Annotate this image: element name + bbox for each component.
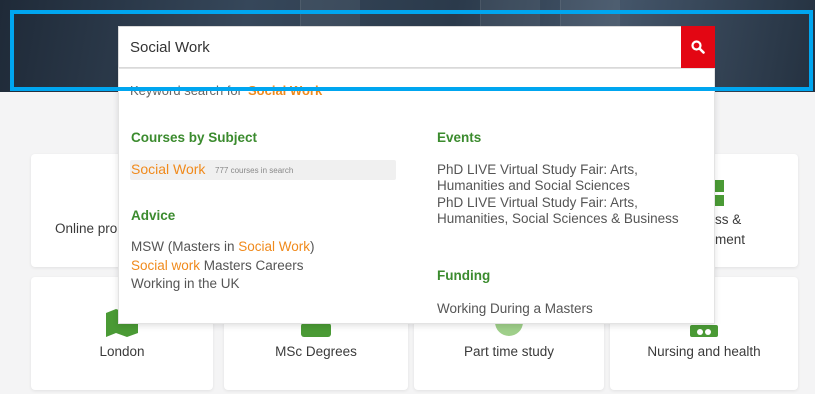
card-label-line1: ss &: [715, 212, 742, 227]
funding-title: Funding: [437, 268, 491, 283]
card-label: London: [99, 344, 145, 359]
subject-name: Social Work: [131, 161, 206, 177]
event-item[interactable]: PhD LIVE Virtual Study Fair: Arts, Human…: [437, 195, 682, 227]
search-suggestions-dropdown: Keyword search for Social Work Courses by…: [118, 68, 715, 324]
card-label: Nursing and health: [647, 344, 761, 359]
funding-item[interactable]: Working During a Masters: [437, 301, 593, 317]
subject-suggestion[interactable]: Social Work 777 courses in search: [130, 160, 396, 180]
card-label: Online pro: [55, 221, 118, 236]
stethoscope-icon: [690, 325, 718, 340]
advice-item[interactable]: MSW (Masters in Social Work): [131, 239, 315, 255]
advice-item[interactable]: Social work Masters Careers: [131, 258, 304, 274]
advice-title: Advice: [131, 208, 176, 223]
subject-course-count: 777 courses in search: [215, 166, 294, 175]
card-label: MSc Degrees: [275, 344, 357, 359]
page: Online pro ss & ment London MSc Degrees …: [0, 0, 815, 394]
event-item[interactable]: PhD LIVE Virtual Study Fair: Arts, Human…: [437, 162, 682, 194]
events-title: Events: [437, 130, 482, 145]
highlight-annotation-box: [10, 10, 813, 91]
card-label: Part time study: [463, 344, 555, 359]
advice-item[interactable]: Working in the UK: [131, 276, 240, 292]
courses-by-subject-title: Courses by Subject: [131, 130, 258, 145]
card-label-line2: ment: [715, 232, 746, 247]
